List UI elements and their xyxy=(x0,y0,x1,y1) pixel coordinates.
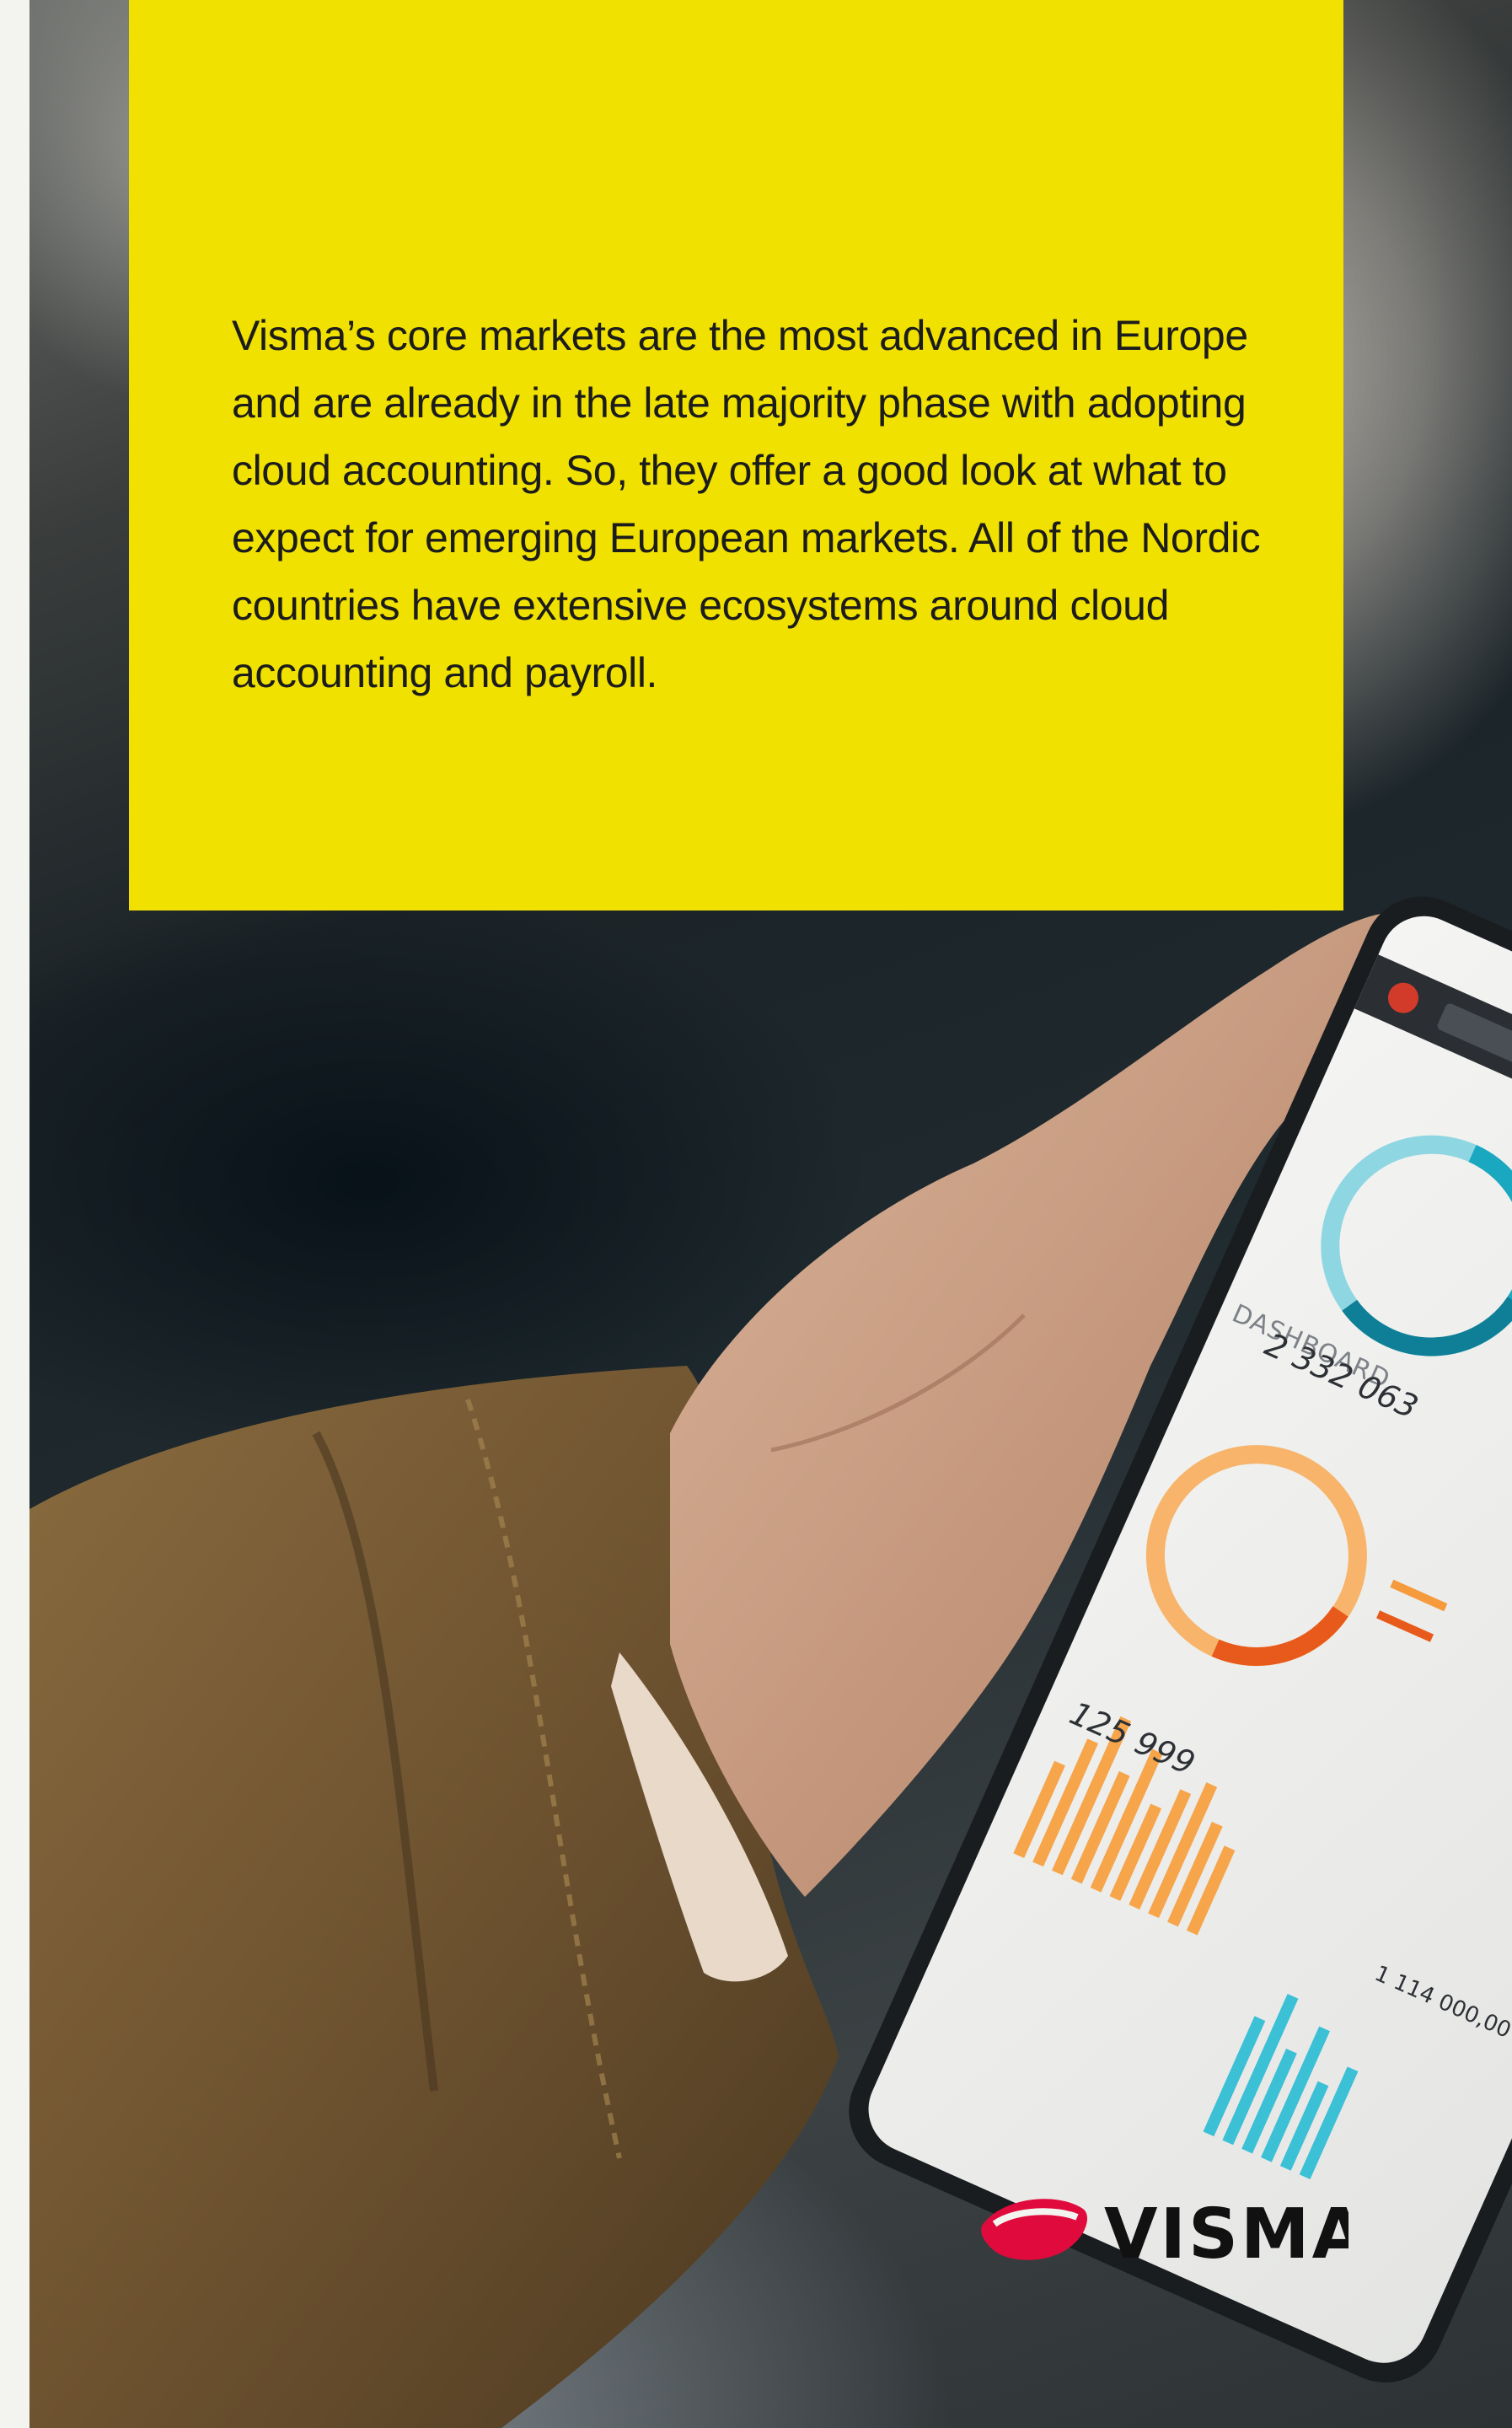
page-left-margin xyxy=(0,0,29,2428)
visma-logo: VISMA xyxy=(978,2192,1365,2275)
visma-logo-mark: VISMA xyxy=(981,2194,1365,2275)
quote-card-text: Visma’s core markets are the most advanc… xyxy=(232,312,1261,696)
visma-wordmark: VISMA xyxy=(1104,2194,1348,2268)
visma-swoosh-icon xyxy=(981,2199,1087,2260)
